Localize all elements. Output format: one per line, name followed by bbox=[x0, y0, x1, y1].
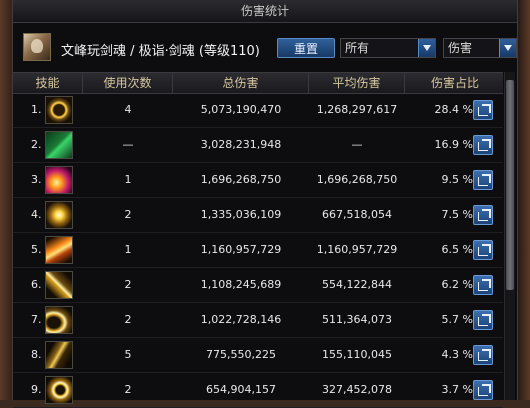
header-damage-share: 伤害占比 bbox=[430, 76, 479, 90]
row-avg-damage: 554,122,844 bbox=[322, 278, 392, 291]
star-strike-icon bbox=[45, 201, 73, 229]
window-title: 伤害统计 bbox=[13, 0, 517, 23]
background-right bbox=[516, 0, 530, 400]
row-total-damage: 1,022,728,146 bbox=[200, 313, 282, 326]
table-row[interactable]: 6. 2 1,108,245,689 554,122,844 6.2 % bbox=[13, 268, 503, 303]
blade-sparks-icon bbox=[45, 271, 73, 299]
row-damage-share: 28.4 % bbox=[434, 103, 473, 116]
share-icon[interactable] bbox=[473, 205, 493, 225]
scrollbar-thumb[interactable] bbox=[506, 80, 514, 290]
row-avg-damage: — bbox=[351, 138, 363, 151]
vertical-scrollbar[interactable] bbox=[504, 72, 515, 400]
row-total-damage: 3,028,231,948 bbox=[200, 138, 282, 151]
header-avg-damage: 平均伤害 bbox=[309, 73, 405, 93]
character-name: 文峰玩剑魂 / 极诣·剑魂 (等级110) bbox=[61, 44, 260, 59]
share-icon[interactable] bbox=[473, 310, 493, 330]
table-row[interactable]: 5. 1 1,160,957,729 1,160,957,729 6.5 % bbox=[13, 233, 503, 268]
row-uses: 4 bbox=[124, 103, 132, 116]
damage-stats-window: 伤害统计 文峰玩剑魂 / 极诣·剑魂 (等级110) 重置 所有 伤害 技能 使… bbox=[12, 0, 518, 408]
flame-burst-icon bbox=[45, 166, 73, 194]
row-uses: 2 bbox=[124, 383, 132, 396]
row-rank: 3. bbox=[31, 173, 42, 186]
chevron-down-icon bbox=[499, 39, 516, 57]
row-uses: — bbox=[122, 138, 134, 151]
character-header: 文峰玩剑魂 / 极诣·剑魂 (等级110) 重置 所有 伤害 bbox=[13, 28, 517, 68]
table-row[interactable]: 8. 5 775,550,225 155,110,045 4.3 % bbox=[13, 338, 503, 373]
table-row[interactable]: 7. 2 1,022,728,146 511,364,073 5.7 % bbox=[13, 303, 503, 338]
row-uses: 2 bbox=[124, 313, 132, 326]
row-avg-damage: 667,518,054 bbox=[322, 208, 392, 221]
sword-glyph-icon bbox=[45, 131, 73, 159]
row-total-damage: 1,160,957,729 bbox=[200, 243, 282, 256]
slash-ring-icon bbox=[45, 96, 73, 124]
table-row[interactable]: 9. 2 654,904,157 327,452,078 3.7 % bbox=[13, 373, 503, 408]
filter-dropdown-value: 所有 bbox=[345, 41, 370, 55]
table-row[interactable]: 2. — 3,028,231,948 — 16.9 % bbox=[13, 128, 503, 163]
row-rank: 6. bbox=[31, 278, 42, 291]
row-rank: 7. bbox=[31, 313, 42, 326]
row-damage-share: 16.9 % bbox=[434, 138, 473, 151]
header-total-damage: 总伤害 bbox=[173, 73, 309, 93]
row-avg-damage: 327,452,078 bbox=[322, 383, 392, 396]
row-total-damage: 775,550,225 bbox=[206, 348, 276, 361]
chevron-down-icon bbox=[418, 39, 435, 57]
row-total-damage: 1,696,268,750 bbox=[200, 173, 282, 186]
row-total-damage: 1,108,245,689 bbox=[200, 278, 282, 291]
crescent-wave-icon bbox=[45, 306, 73, 334]
share-icon[interactable] bbox=[473, 170, 493, 190]
share-icon[interactable] bbox=[473, 135, 493, 155]
row-uses: 2 bbox=[124, 278, 132, 291]
row-damage-share: 3.7 % bbox=[441, 383, 473, 396]
row-damage-share: 9.5 % bbox=[441, 173, 473, 186]
row-uses: 1 bbox=[124, 173, 132, 186]
share-icon[interactable] bbox=[473, 345, 493, 365]
share-icon[interactable] bbox=[473, 380, 493, 400]
row-rank: 8. bbox=[31, 348, 42, 361]
share-icon[interactable] bbox=[473, 100, 493, 120]
row-rank: 9. bbox=[31, 383, 42, 396]
table-header: 技能 使用次数 总伤害 平均伤害 伤害占比 bbox=[13, 72, 503, 94]
radiant-slash-icon bbox=[45, 236, 73, 264]
row-total-damage: 1,335,036,109 bbox=[200, 208, 282, 221]
row-damage-share: 6.2 % bbox=[441, 278, 473, 291]
row-damage-share: 4.3 % bbox=[441, 348, 473, 361]
skill-table: 1. 4 5,073,190,470 1,268,297,617 28.4 % … bbox=[13, 93, 503, 408]
sort-dropdown[interactable]: 伤害 bbox=[443, 38, 517, 58]
row-rank: 2. bbox=[31, 138, 42, 151]
row-rank: 1. bbox=[31, 103, 42, 116]
table-row[interactable]: 1. 4 5,073,190,470 1,268,297,617 28.4 % bbox=[13, 93, 503, 128]
row-total-damage: 654,904,157 bbox=[206, 383, 276, 396]
header-uses: 使用次数 bbox=[83, 73, 173, 93]
row-rank: 4. bbox=[31, 208, 42, 221]
sort-dropdown-value: 伤害 bbox=[448, 41, 473, 55]
sword-rune-icon bbox=[45, 341, 73, 369]
row-uses: 1 bbox=[124, 243, 132, 256]
row-damage-share: 6.5 % bbox=[441, 243, 473, 256]
row-total-damage: 5,073,190,470 bbox=[200, 103, 282, 116]
share-icon[interactable] bbox=[473, 275, 493, 295]
row-damage-share: 5.7 % bbox=[441, 313, 473, 326]
table-row[interactable]: 3. 1 1,696,268,750 1,696,268,750 9.5 % bbox=[13, 163, 503, 198]
character-avatar bbox=[23, 33, 51, 61]
reset-button[interactable]: 重置 bbox=[277, 38, 335, 58]
row-uses: 2 bbox=[124, 208, 132, 221]
table-row[interactable]: 4. 2 1,335,036,109 667,518,054 7.5 % bbox=[13, 198, 503, 233]
row-rank: 5. bbox=[31, 243, 42, 256]
row-avg-damage: 511,364,073 bbox=[322, 313, 392, 326]
share-icon[interactable] bbox=[473, 240, 493, 260]
header-skill: 技能 bbox=[13, 73, 83, 93]
row-uses: 5 bbox=[124, 348, 132, 361]
row-avg-damage: 155,110,045 bbox=[322, 348, 392, 361]
row-avg-damage: 1,268,297,617 bbox=[316, 103, 398, 116]
row-avg-damage: 1,160,957,729 bbox=[316, 243, 398, 256]
row-avg-damage: 1,696,268,750 bbox=[316, 173, 398, 186]
filter-dropdown[interactable]: 所有 bbox=[340, 38, 436, 58]
row-damage-share: 7.5 % bbox=[441, 208, 473, 221]
